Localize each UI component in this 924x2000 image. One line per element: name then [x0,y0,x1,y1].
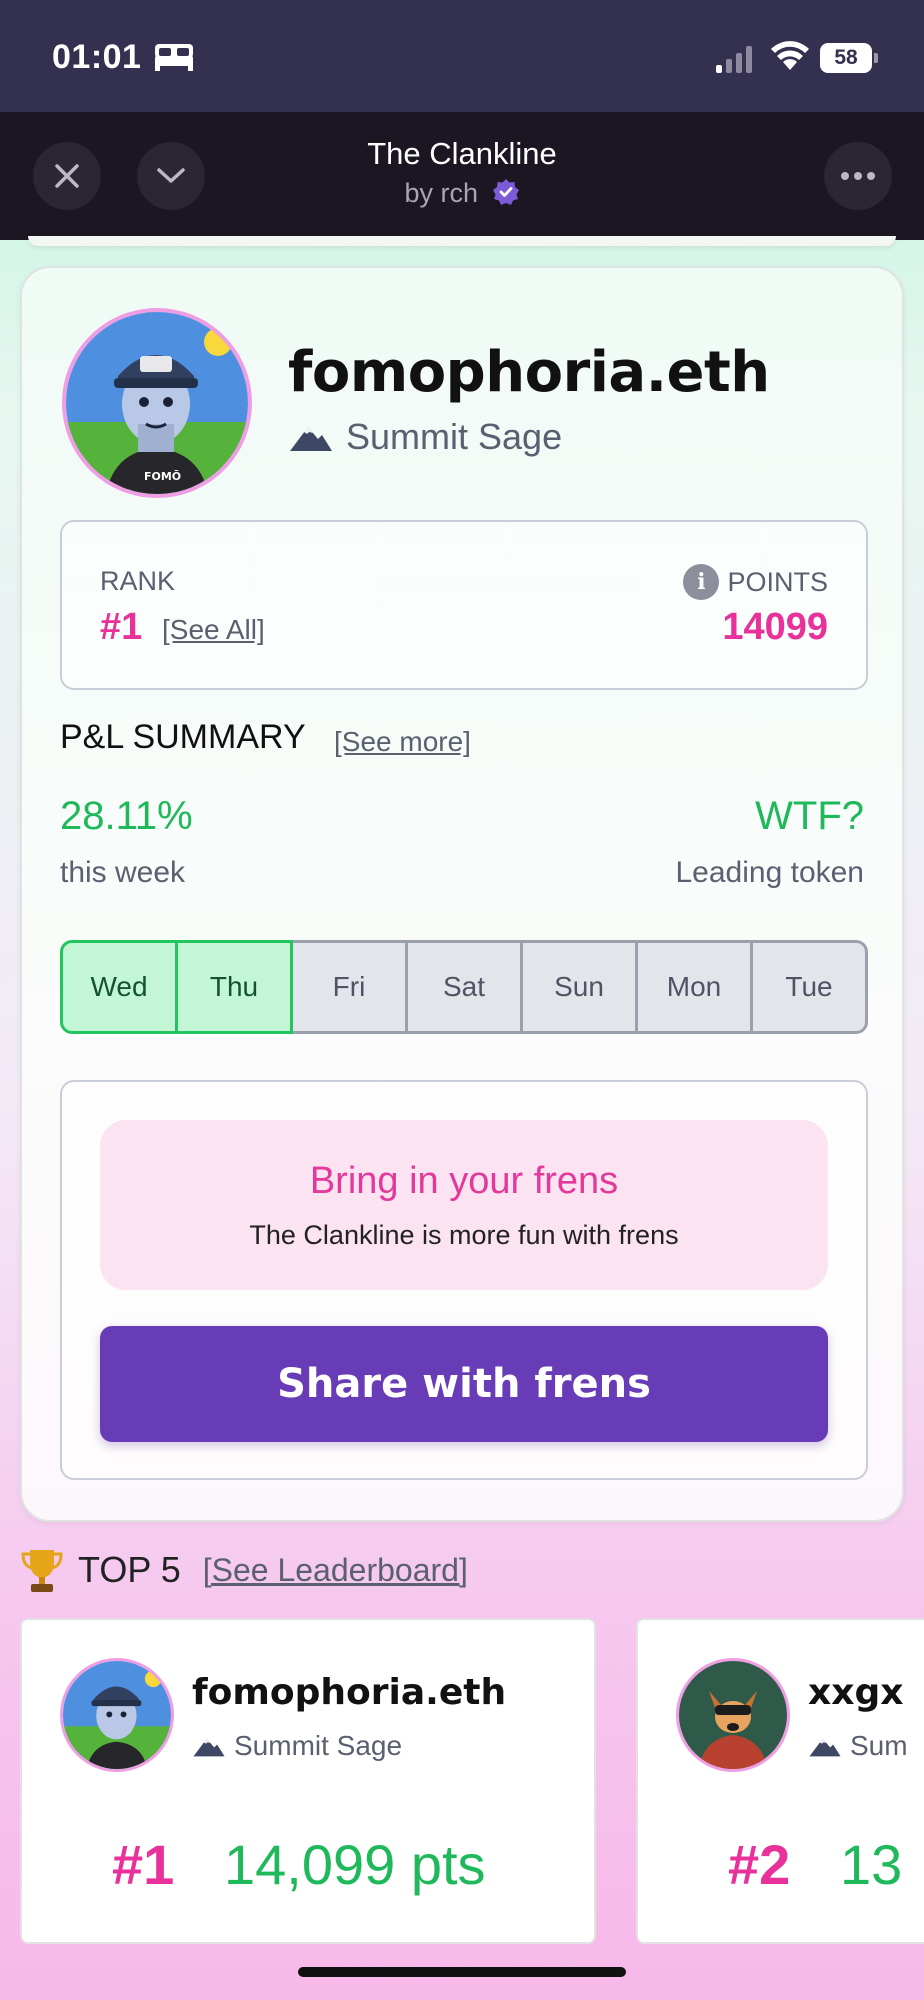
rank-points-box: RANK #1 [See All] i POINTS 14099 [60,520,868,690]
invite-banner: Bring in your frens The Clankline is mor… [100,1120,828,1290]
leaderboard-title: Summit Sage [192,1730,402,1762]
day-tab[interactable]: Tue [750,940,868,1034]
mountain-icon [809,1738,841,1757]
avatar-image: FOMŌ [66,312,248,494]
mountain-icon [290,427,332,451]
leaderboard-card[interactable]: xxgx Sum #2 13 [636,1618,924,1944]
avatar[interactable]: FOMŌ [62,308,252,498]
avatar-image [679,1661,787,1769]
leading-token: WTF? [755,794,864,838]
day-tab[interactable]: Mon [635,940,753,1034]
verified-icon [492,179,519,205]
profile-title-label: Summit Sage [346,416,563,457]
day-tab[interactable]: Sun [520,940,638,1034]
profile-card: FOMŌ fomophoria.eth Summit Sage RANK #1 … [20,266,904,1522]
avatar [60,1658,174,1772]
profile-name: fomophoria.eth [288,340,770,405]
share-button[interactable]: Share with frens [100,1326,828,1442]
leaderboard-rank: #2 [728,1833,791,1896]
day-tab[interactable]: Wed [60,940,178,1034]
points-label-group: i POINTS [683,564,828,600]
avatar [676,1658,790,1772]
pl-percent: 28.11% [60,794,193,838]
see-all-link[interactable]: [See All] [162,614,265,646]
invite-section: Bring in your frens The Clankline is mor… [60,1080,868,1480]
signal-icon [716,46,752,73]
leaderboard-rank: #1 [112,1833,175,1896]
leaderboard-name: fomophoria.eth [192,1672,507,1713]
status-time: 01:01 [52,38,142,76]
battery-level: 58 [820,43,872,73]
more-button[interactable] [824,142,892,210]
trophy-icon [21,1550,63,1592]
points-value: 14099 [722,606,828,648]
mountain-icon [193,1738,225,1757]
avatar-image [63,1661,171,1769]
bed-icon [155,44,193,71]
leaderboard-name: xxgx [808,1672,904,1713]
leaderboard-points: 14,099 pts [224,1833,486,1896]
leaderboard-card[interactable]: fomophoria.eth Summit Sage #1 14,099 pts [20,1618,596,1944]
top5-label: TOP 5 [78,1549,181,1590]
battery-icon: 58 [820,43,878,73]
home-indicator[interactable] [298,1967,626,1977]
app-header: The Clankline by rch [0,112,924,240]
day-tab[interactable]: Fri [290,940,408,1034]
day-selector: Wed Thu Fri Sat Sun Mon Tue [60,940,868,1034]
invite-title: Bring in your frens [309,1160,619,1202]
leaderboard-title-label: Summit Sage [234,1730,403,1761]
leaderboard-points: 13 [840,1833,903,1896]
app-author: by rch [0,178,924,209]
info-icon[interactable]: i [683,564,720,600]
app-author-label: by rch [404,178,478,208]
see-more-link[interactable]: [See more] [334,726,471,758]
more-icon [841,172,875,180]
pl-summary-heading: P&L SUMMARY [60,718,306,756]
day-tab[interactable]: Thu [175,940,293,1034]
rank-label: RANK [100,566,176,596]
leaderboard-title-label: Sum [850,1730,908,1761]
points-label: POINTS [727,566,828,597]
rank-value: #1 [100,606,143,648]
leaderboard-title: Sum [808,1730,908,1762]
status-bar: 01:01 58 [0,0,924,112]
svg-text:FOMŌ: FOMŌ [144,470,181,483]
wifi-icon [771,41,809,70]
day-tab[interactable]: Sat [405,940,523,1034]
pl-period: this week [60,856,186,889]
previous-card-edge [28,236,896,246]
app-title: The Clankline [367,136,557,171]
leading-token-label: Leading token [675,856,865,889]
invite-subtitle: The Clankline is more fun with frens [249,1220,679,1250]
top5-heading: TOP 5 [See Leaderboard] [20,1546,468,1594]
profile-title: Summit Sage [288,416,562,458]
see-leaderboard-link[interactable]: [See Leaderboard] [203,1552,468,1589]
